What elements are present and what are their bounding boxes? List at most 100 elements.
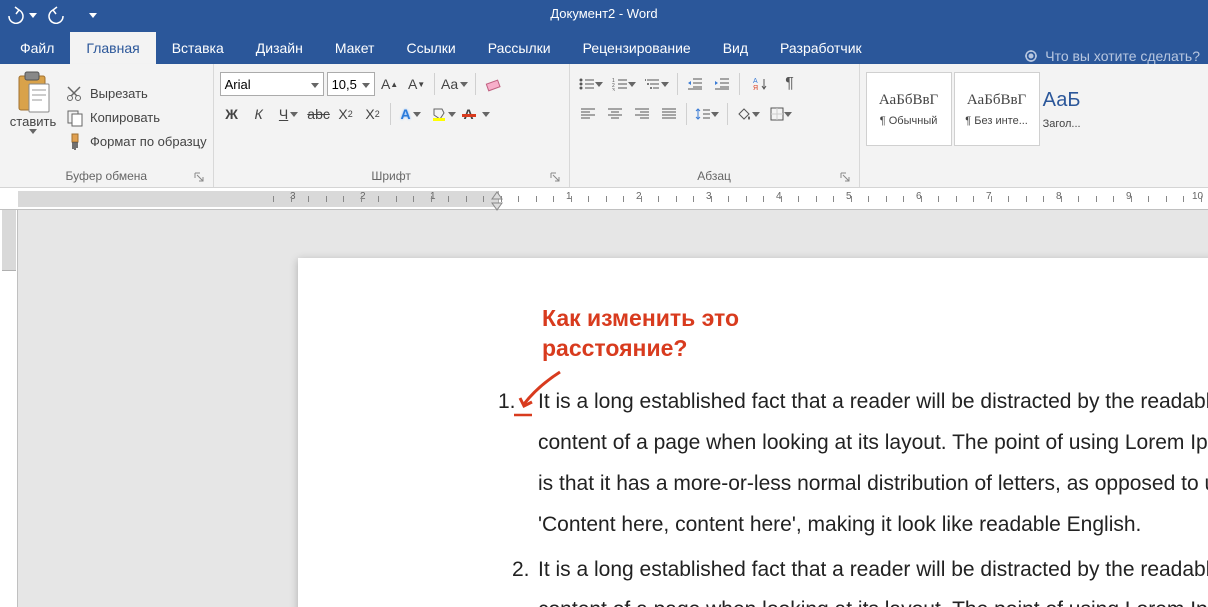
tab-file[interactable]: Файл (4, 32, 70, 64)
group-font: Arial 10,5 A▲ A▼ Aa (214, 64, 570, 187)
group-paragraph: 123 АЯ ¶ (570, 64, 860, 187)
dialog-launcher-icon[interactable] (193, 171, 205, 183)
paste-icon (15, 70, 51, 114)
list-item: 2. It is a long established fact that a … (498, 550, 1208, 607)
page: Как изменить это расстояние? 1. It is a … (298, 258, 1208, 607)
paste-button[interactable]: ставить (6, 68, 60, 167)
group-styles: АаБбВвГ ¶ Обычный АаБбВвГ ¶ Без инте... … (860, 64, 1208, 187)
show-marks-button[interactable]: ¶ (778, 72, 802, 96)
paste-label: ставить (10, 114, 56, 129)
tab-review[interactable]: Рецензирование (567, 32, 707, 64)
vertical-ruler[interactable] (0, 210, 18, 607)
shrink-font-button[interactable]: A▼ (405, 72, 429, 96)
window-title: Документ2 - Word (550, 6, 657, 21)
bold-button[interactable]: Ж (220, 102, 244, 126)
subscript-button[interactable]: X2 (334, 102, 358, 126)
numbering-button[interactable]: 123 (609, 72, 639, 96)
workspace: 3 2 1 1 2 3 4 5 6 7 8 9 10 Как изменить … (0, 188, 1208, 607)
title-bar: Документ2 - Word (0, 0, 1208, 30)
tab-design[interactable]: Дизайн (240, 32, 319, 64)
decrease-indent-button[interactable] (683, 72, 707, 96)
annotation-marker-icon (514, 411, 534, 419)
svg-text:Я: Я (753, 85, 758, 91)
eraser-icon (484, 76, 502, 92)
ribbon-tabs: Файл Главная Вставка Дизайн Макет Ссылки… (0, 30, 1208, 64)
italic-button[interactable]: К (247, 102, 271, 126)
tell-me-search[interactable]: Что вы хотите сделать? (1023, 48, 1208, 64)
tab-developer[interactable]: Разработчик (764, 32, 878, 64)
multilevel-icon (645, 77, 661, 91)
justify-button[interactable] (657, 102, 681, 126)
superscript-button[interactable]: X2 (361, 102, 385, 126)
style-no-spacing[interactable]: АаБбВвГ ¶ Без инте... (954, 72, 1040, 146)
bullets-icon (579, 77, 595, 91)
align-left-button[interactable] (576, 102, 600, 126)
shading-button[interactable] (733, 102, 763, 126)
tab-view[interactable]: Вид (707, 32, 764, 64)
tab-mailings[interactable]: Рассылки (472, 32, 567, 64)
annotation-arrow-icon (516, 368, 566, 412)
svg-text:3: 3 (612, 88, 615, 91)
brush-icon (66, 133, 84, 151)
align-left-icon (580, 107, 596, 121)
group-clipboard: ставить Вырезать Копировать Формат по об… (0, 64, 214, 187)
underline-button[interactable]: Ч (274, 102, 304, 126)
align-right-icon (634, 107, 650, 121)
align-center-button[interactable] (603, 102, 627, 126)
copy-icon (66, 109, 84, 127)
font-color-button[interactable]: A (462, 102, 492, 126)
borders-button[interactable] (766, 102, 796, 126)
redo-button[interactable] (40, 1, 74, 29)
dialog-launcher-icon[interactable] (549, 171, 561, 183)
tell-me-placeholder: Что вы хотите сделать? (1045, 48, 1200, 64)
style-normal[interactable]: АаБбВвГ ¶ Обычный (866, 72, 952, 146)
indent-icon (714, 77, 730, 91)
text-effects-button[interactable]: A (396, 102, 426, 126)
format-painter-button[interactable]: Формат по образцу (66, 133, 207, 151)
group-label-clipboard: Буфер обмена (6, 167, 207, 187)
document-area[interactable]: Как изменить это расстояние? 1. It is a … (18, 210, 1208, 607)
qat-customize[interactable] (76, 1, 110, 29)
sort-button[interactable]: АЯ (745, 72, 775, 96)
bullets-button[interactable] (576, 72, 606, 96)
multilevel-list-button[interactable] (642, 72, 672, 96)
increase-indent-button[interactable] (710, 72, 734, 96)
copy-button[interactable]: Копировать (66, 109, 207, 127)
annotation-text: Как изменить это расстояние? (542, 304, 1208, 364)
font-name-combo[interactable]: Arial (220, 72, 324, 96)
line-spacing-button[interactable] (692, 102, 722, 126)
group-label-paragraph: Абзац (576, 167, 853, 187)
tab-layout[interactable]: Макет (319, 32, 391, 64)
cut-button[interactable]: Вырезать (66, 85, 207, 103)
align-center-icon (607, 107, 623, 121)
highlighter-icon (431, 107, 447, 121)
tab-insert[interactable]: Вставка (156, 32, 240, 64)
tab-references[interactable]: Ссылки (390, 32, 471, 64)
outdent-icon (687, 77, 703, 91)
justify-icon (661, 107, 677, 121)
quick-access-toolbar (0, 1, 110, 29)
style-heading1[interactable]: АаБ Загол... (1042, 72, 1082, 146)
list-item: 1. It is a long established fact that a … (498, 382, 1208, 546)
change-case-button[interactable]: Aa (440, 72, 470, 96)
line-spacing-icon (695, 107, 711, 121)
numbering-icon: 123 (612, 77, 628, 91)
tab-home[interactable]: Главная (70, 32, 155, 64)
borders-icon (770, 107, 784, 121)
group-label-font: Шрифт (220, 167, 563, 187)
grow-font-button[interactable]: A▲ (378, 72, 402, 96)
align-right-button[interactable] (630, 102, 654, 126)
scissors-icon (66, 85, 84, 103)
horizontal-ruler[interactable]: 3 2 1 1 2 3 4 5 6 7 8 9 10 (0, 188, 1208, 210)
ribbon: ставить Вырезать Копировать Формат по об… (0, 64, 1208, 188)
highlight-button[interactable] (429, 102, 459, 126)
bucket-icon (736, 107, 752, 121)
undo-button[interactable] (4, 1, 38, 29)
sort-icon: АЯ (753, 77, 767, 91)
clear-formatting-button[interactable] (481, 72, 505, 96)
font-size-combo[interactable]: 10,5 (327, 72, 375, 96)
strikethrough-button[interactable]: abc (307, 102, 331, 126)
document-body[interactable]: 1. It is a long established fact that a … (498, 382, 1208, 607)
svg-text:А: А (753, 78, 758, 85)
dialog-launcher-icon[interactable] (839, 171, 851, 183)
